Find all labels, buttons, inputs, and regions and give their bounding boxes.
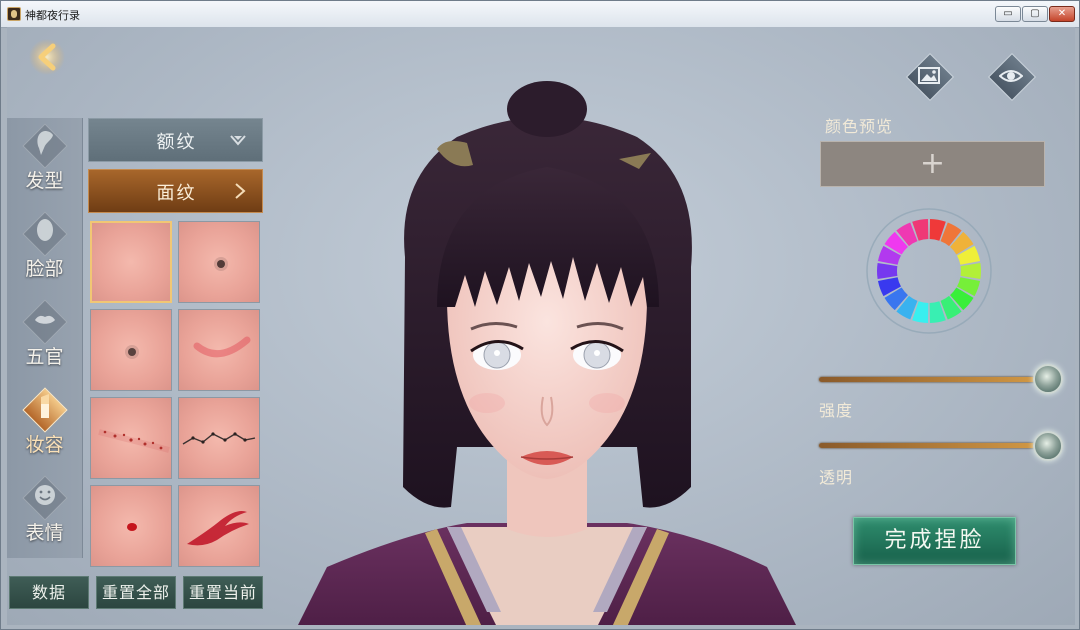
game-window: 神都夜行录 ▭ ▢ ✕ 发型 脸部 五官 妆容 表情 额纹 面纹 数据 重置全部… xyxy=(0,0,1080,630)
sidebar-item-hair[interactable]: 发型 xyxy=(7,118,82,204)
sidebar-item-label: 表情 xyxy=(25,522,64,544)
freckles-pattern-icon xyxy=(98,429,170,453)
minimize-button[interactable]: ▭ xyxy=(995,6,1021,22)
chevron-down-icon xyxy=(230,135,246,146)
color-preview-label: 颜色预览 xyxy=(825,117,894,136)
back-button[interactable] xyxy=(29,37,69,77)
strength-slider-track[interactable] xyxy=(819,377,1045,382)
add-color-icon: + xyxy=(919,146,946,181)
lips-icon xyxy=(35,315,55,324)
character-portrait[interactable] xyxy=(287,67,807,625)
sidebar-item-features[interactable]: 五官 xyxy=(7,294,82,380)
pattern-swatch-mole[interactable] xyxy=(178,221,260,303)
color-wheel-segment[interactable] xyxy=(877,263,898,279)
sidebar-item-label: 脸部 xyxy=(25,258,64,280)
sidebar-item-expression[interactable]: 表情 xyxy=(7,470,82,556)
pattern-swatch-blush[interactable] xyxy=(178,309,260,391)
pattern-swatch-dotted-brow[interactable] xyxy=(178,397,260,479)
swirl-pattern-icon xyxy=(187,511,249,546)
face-icon xyxy=(37,219,53,241)
data-button[interactable]: 数据 xyxy=(9,576,89,609)
chevron-right-icon xyxy=(235,183,246,199)
hair-icon xyxy=(37,131,53,155)
pattern-swatch-red-dot[interactable] xyxy=(90,485,172,567)
finish-face-button[interactable]: 完成捏脸 xyxy=(853,517,1016,565)
background-toggle-button[interactable] xyxy=(905,52,955,102)
strength-label: 强度 xyxy=(819,401,854,420)
color-preview-box[interactable]: + xyxy=(820,141,1045,187)
sidebar-item-face[interactable]: 脸部 xyxy=(7,206,82,292)
red-dot-pattern-icon xyxy=(127,523,137,531)
smile-icon xyxy=(35,485,55,505)
mole-pattern-icon xyxy=(125,345,139,359)
pattern-swatch-blank[interactable] xyxy=(90,221,172,303)
opacity-slider-track[interactable] xyxy=(819,443,1045,448)
color-wheel-segment[interactable] xyxy=(960,263,981,279)
back-arrow-icon xyxy=(29,39,65,75)
pattern-swatch-freckles[interactable] xyxy=(90,397,172,479)
reset-all-button[interactable]: 重置全部 xyxy=(96,576,176,609)
category-tab-face-pattern[interactable]: 面纹 xyxy=(88,169,263,213)
view-toggle-button[interactable] xyxy=(987,52,1037,102)
mole-pattern-icon xyxy=(214,257,228,271)
dotted-brow-pattern-icon xyxy=(182,432,256,445)
sidebar-item-label: 发型 xyxy=(25,170,64,192)
close-button[interactable]: ✕ xyxy=(1049,6,1075,22)
app-icon xyxy=(7,7,21,21)
strength-slider-knob[interactable] xyxy=(1033,364,1063,394)
pattern-grid xyxy=(90,221,262,567)
opacity-label: 透明 xyxy=(819,468,854,487)
window-title: 神都夜行录 xyxy=(25,9,80,22)
lipstick-icon xyxy=(41,394,49,418)
title-bar[interactable]: 神都夜行录 ▭ ▢ ✕ xyxy=(1,1,1079,28)
sidebar-item-label: 五官 xyxy=(25,346,64,368)
reset-current-button[interactable]: 重置当前 xyxy=(183,576,263,609)
category-dropdown-forehead[interactable]: 额纹 xyxy=(88,118,263,162)
sidebar-item-label: 妆容 xyxy=(25,434,64,456)
blush-pattern-icon xyxy=(193,336,251,358)
pattern-swatch-mole-lower[interactable] xyxy=(90,309,172,391)
character-editor-scene: 发型 脸部 五官 妆容 表情 额纹 面纹 数据 重置全部 重置当前 颜色预览 +… xyxy=(7,27,1075,625)
opacity-slider-knob[interactable] xyxy=(1033,431,1063,461)
image-icon xyxy=(918,67,940,84)
category-rail: 发型 脸部 五官 妆容 表情 xyxy=(7,118,83,558)
maximize-button[interactable]: ▢ xyxy=(1022,6,1048,22)
sidebar-item-makeup[interactable]: 妆容 xyxy=(7,382,82,468)
color-wheel[interactable] xyxy=(865,207,993,335)
eye-icon xyxy=(999,70,1023,82)
pattern-swatch-swirl[interactable] xyxy=(178,485,260,567)
